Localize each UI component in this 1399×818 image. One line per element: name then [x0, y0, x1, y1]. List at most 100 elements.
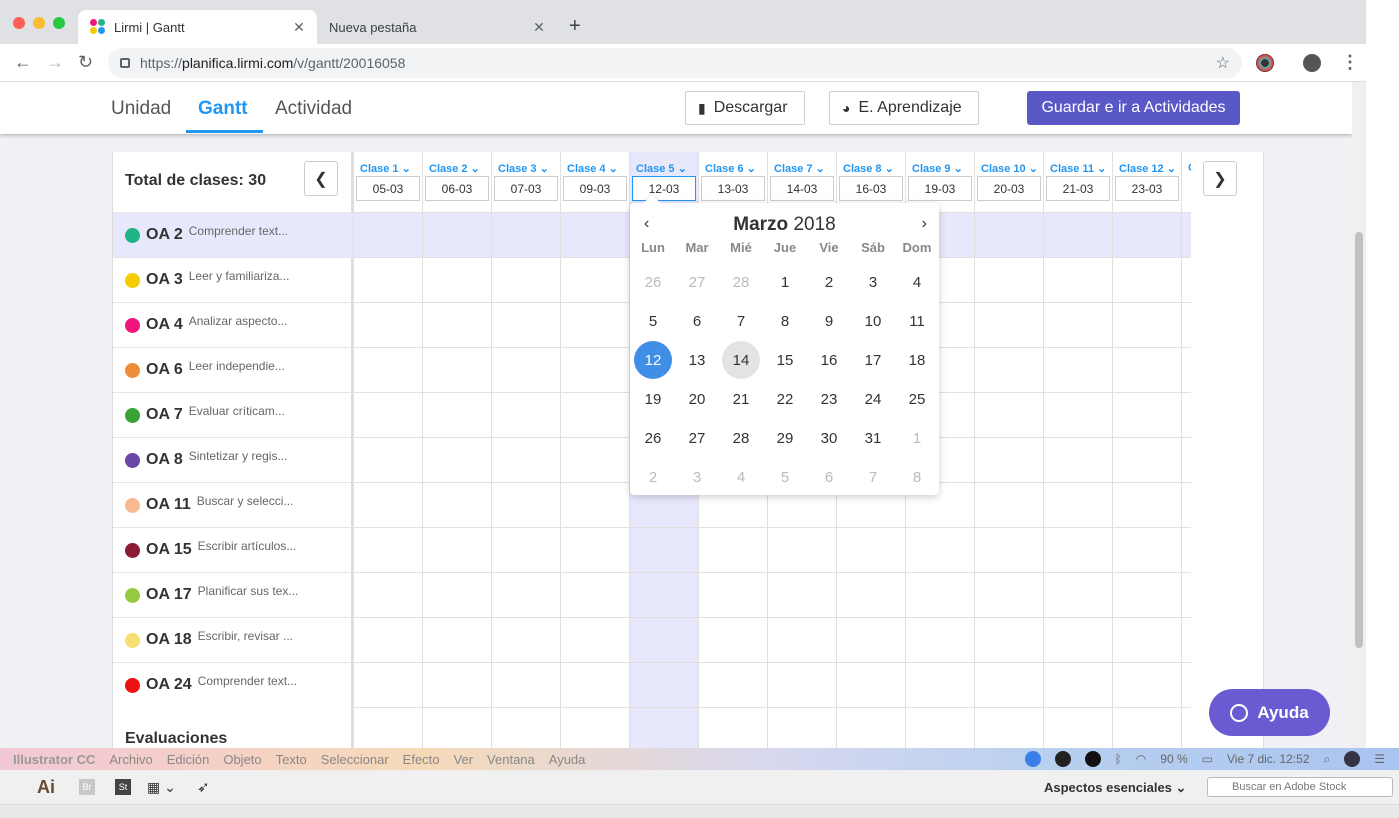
calendar-day[interactable]: 23 — [810, 380, 848, 418]
class-dropdown[interactable]: Clase 1 ⌄ — [360, 162, 411, 175]
tab-gantt[interactable]: Gantt — [198, 98, 248, 120]
wifi-icon[interactable]: ◠ — [1136, 752, 1146, 766]
save-and-go-button[interactable]: Guardar e ir a Actividades — [1027, 91, 1240, 125]
calendar-day[interactable]: 6 — [678, 302, 716, 340]
menubar-item[interactable]: Objeto — [223, 752, 261, 767]
calendar-day[interactable]: 25 — [898, 380, 936, 418]
calendar-day[interactable]: 4 — [722, 458, 760, 496]
calendar-day[interactable]: 12 — [634, 341, 672, 379]
class-date-input[interactable]: 14-03 — [770, 176, 834, 201]
calendar-day[interactable]: 14 — [722, 341, 760, 379]
calendar-day[interactable]: 3 — [678, 458, 716, 496]
calendar-day[interactable]: 29 — [766, 419, 804, 457]
spotlight-search-icon[interactable]: ⌕ — [1324, 752, 1331, 767]
calendar-day[interactable]: 7 — [854, 458, 892, 496]
class-date-input[interactable]: 09-03 — [563, 176, 627, 201]
menubar-item[interactable]: Ver — [454, 752, 474, 767]
class-date-input[interactable]: 07-03 — [494, 176, 558, 201]
class-dropdown[interactable]: Clase 9 ⌄ — [912, 162, 963, 175]
arrange-documents-icon[interactable]: ▦ ⌄ — [147, 779, 176, 796]
menubar-item[interactable]: Efecto — [403, 752, 440, 767]
calendar-day[interactable]: 10 — [854, 302, 892, 340]
menu-kebab-icon[interactable]: ⋮ — [1341, 53, 1359, 71]
gpu-rocket-icon[interactable]: ➶ — [197, 778, 210, 796]
calendar-day[interactable]: 26 — [634, 263, 672, 301]
siri-icon[interactable] — [1344, 751, 1361, 767]
class-date-input[interactable]: 21-03 — [1046, 176, 1110, 201]
new-tab-icon[interactable]: + — [569, 16, 581, 36]
class-date-input[interactable]: 06-03 — [425, 176, 489, 201]
calendar-day[interactable]: 18 — [898, 341, 936, 379]
objective-row[interactable]: OA 15 Escribir artículos... — [113, 527, 353, 572]
reload-icon[interactable]: ↻ — [78, 53, 93, 71]
cloud-icon[interactable] — [1024, 751, 1041, 767]
calendar-day[interactable]: 22 — [766, 380, 804, 418]
class-date-input[interactable]: 16-03 — [839, 176, 903, 201]
class-dropdown[interactable]: Clase 6 ⌄ — [705, 162, 756, 175]
menubar-item[interactable]: Texto — [276, 752, 307, 767]
class-date-input[interactable]: 13-03 — [701, 176, 765, 201]
calendar-day[interactable]: 28 — [722, 263, 760, 301]
close-tab-icon[interactable]: ✕ — [291, 19, 307, 36]
calendar-day[interactable]: 8 — [898, 458, 936, 496]
calendar-day[interactable]: 1 — [898, 419, 936, 457]
extension-icon[interactable] — [1256, 54, 1274, 72]
browser-tab-new[interactable]: Nueva pestaña ✕ — [317, 10, 557, 44]
calendar-day[interactable]: 7 — [722, 302, 760, 340]
class-dropdown[interactable]: Clase 4 ⌄ — [567, 162, 618, 175]
calendar-day[interactable]: 21 — [722, 380, 760, 418]
objective-row[interactable]: OA 24 Comprender text... — [113, 662, 353, 707]
menubar-item[interactable]: Ventana — [487, 752, 535, 767]
calendar-day[interactable]: 27 — [678, 263, 716, 301]
class-dropdown[interactable]: Clase 3 ⌄ — [498, 162, 549, 175]
calendar-day[interactable]: 26 — [634, 419, 672, 457]
class-dropdown[interactable]: Clase 11 ⌄ — [1050, 162, 1106, 175]
learning-experience-button[interactable]: ◕ E. Aprendizaje — [829, 91, 979, 125]
objective-row[interactable]: OA 8 Sintetizar y regis... — [113, 437, 353, 482]
menubar-item[interactable]: Illustrator CC — [13, 752, 95, 767]
calendar-day[interactable]: 28 — [722, 419, 760, 457]
battery-text[interactable]: 90 % — [1160, 752, 1187, 766]
calendar-day[interactable]: 5 — [766, 458, 804, 496]
notification-center-icon[interactable]: ☰ — [1374, 752, 1385, 766]
address-bar[interactable]: https://planifica.lirmi.com/v/gantt/2001… — [108, 48, 1242, 78]
calendar-day[interactable]: 20 — [678, 380, 716, 418]
calendar-day[interactable]: 31 — [854, 419, 892, 457]
calendar-day[interactable]: 4 — [898, 263, 936, 301]
bookmark-star-icon[interactable]: ☆ — [1216, 53, 1230, 73]
calendar-day[interactable]: 17 — [854, 341, 892, 379]
class-dropdown[interactable]: Clase 8 ⌄ — [843, 162, 894, 175]
scrollbar-thumb[interactable] — [1355, 232, 1363, 648]
bluetooth-icon[interactable]: ᛒ — [1115, 752, 1122, 766]
next-month-icon[interactable]: › — [922, 215, 927, 233]
menubar-item[interactable]: Edición — [167, 752, 210, 767]
prev-classes-button[interactable]: ❮ — [304, 161, 338, 196]
class-dropdown[interactable]: Clase 5 ⌄ — [636, 162, 687, 175]
class-date-input[interactable]: 05-03 — [356, 176, 420, 201]
battery-icon[interactable]: ▭ — [1202, 752, 1213, 766]
objective-row[interactable]: OA 11 Buscar y selecci... — [113, 482, 353, 527]
menubar-item[interactable]: Seleccionar — [321, 752, 389, 767]
tab-unidad[interactable]: Unidad — [111, 98, 171, 120]
class-date-input[interactable]: 12-03 — [632, 176, 696, 201]
calendar-day[interactable]: 19 — [634, 380, 672, 418]
creative-cloud-icon[interactable] — [1054, 751, 1071, 767]
minimize-window-button[interactable] — [33, 17, 45, 29]
tab-actividad[interactable]: Actividad — [275, 98, 352, 120]
objective-row[interactable]: OA 18 Escribir, revisar ... — [113, 617, 353, 662]
forward-icon[interactable]: → — [46, 53, 64, 71]
objective-row[interactable]: OA 4 Analizar aspecto... — [113, 302, 353, 347]
menubar-item[interactable]: Ayuda — [549, 752, 586, 767]
calendar-day[interactable]: 24 — [854, 380, 892, 418]
objective-row[interactable]: OA 2 Comprender text... — [113, 212, 353, 257]
calendar-day[interactable]: 2 — [810, 263, 848, 301]
m-app-icon[interactable] — [1084, 751, 1101, 767]
calendar-day[interactable]: 6 — [810, 458, 848, 496]
calendar-day[interactable]: 15 — [766, 341, 804, 379]
objective-row[interactable]: OA 7 Evaluar críticam... — [113, 392, 353, 437]
menubar-item[interactable]: Archivo — [109, 752, 152, 767]
bridge-icon[interactable]: Br — [79, 779, 95, 795]
calendar-day[interactable]: 11 — [898, 302, 936, 340]
stock-icon[interactable]: St — [115, 779, 131, 795]
class-dropdown[interactable]: Clase 12 ⌄ — [1119, 162, 1176, 175]
